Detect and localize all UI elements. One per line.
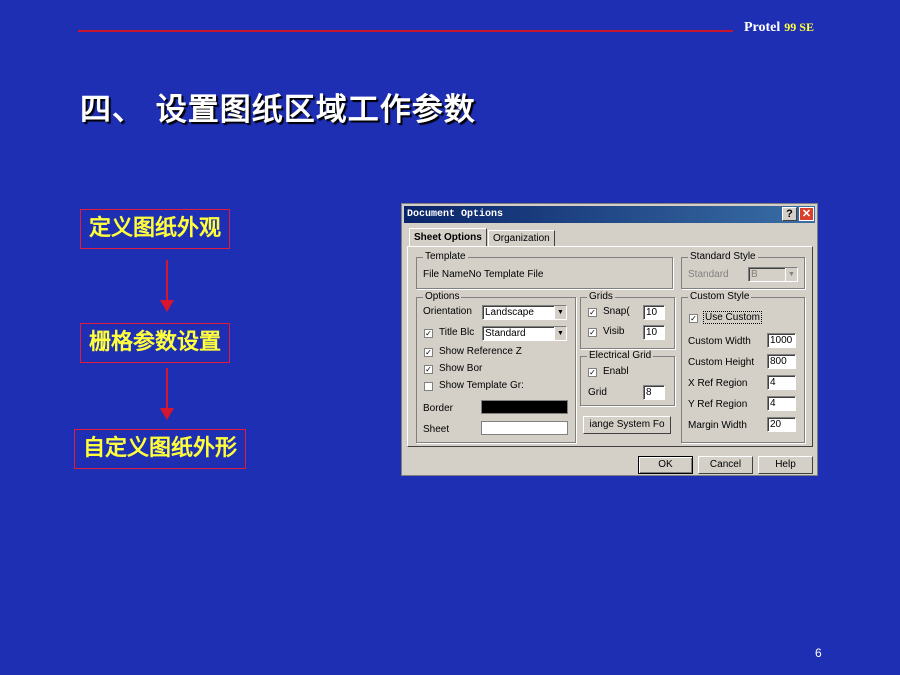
- show-template-checkbox[interactable]: [424, 382, 433, 391]
- flow-step-custom-shape: 自定义图纸外形: [74, 429, 247, 469]
- template-group-label: Template: [423, 251, 468, 262]
- y-ref-region-input[interactable]: 4: [767, 396, 796, 411]
- flow-arrow-2: [160, 368, 174, 420]
- brand-label: Protel 99 SE: [744, 20, 814, 36]
- snap-grid-label: Snap(: [603, 306, 630, 317]
- margin-width-input[interactable]: 20: [767, 417, 796, 432]
- sheet-color-swatch[interactable]: [481, 421, 568, 435]
- show-border-label: Show Bor: [439, 363, 483, 374]
- title-block-checkbox[interactable]: ✓: [424, 329, 433, 338]
- grids-group-label: Grids: [587, 291, 615, 302]
- chevron-down-icon[interactable]: ▼: [785, 268, 797, 281]
- orientation-value: Landscape: [485, 307, 534, 318]
- y-ref-region-label: Y Ref Region: [688, 399, 748, 410]
- grids-group: Grids ✓ Snap( 10 ✓ Visib 10: [580, 291, 675, 349]
- flow-step-grid: 栅格参数设置: [80, 323, 231, 363]
- dialog-title-bar[interactable]: Document Options ? ✕: [404, 206, 815, 223]
- flow-arrow-1: [160, 260, 174, 312]
- brand-version: 99 SE: [784, 20, 814, 34]
- title-block-value: Standard: [485, 328, 526, 339]
- tab-sheet-options[interactable]: Sheet Options: [409, 228, 487, 247]
- border-color-label: Border: [423, 403, 454, 414]
- template-group: Template File NameNo Template File: [416, 251, 673, 289]
- visible-grid-input[interactable]: 10: [643, 325, 665, 340]
- close-icon[interactable]: ✕: [799, 207, 814, 221]
- ok-button[interactable]: OK: [638, 456, 693, 474]
- electrical-grid-enable-checkbox[interactable]: ✓: [588, 368, 597, 377]
- custom-width-input[interactable]: 1000: [767, 333, 796, 348]
- x-ref-region-input[interactable]: 4: [767, 375, 796, 390]
- brand-name: Protel: [744, 20, 781, 35]
- border-color-swatch[interactable]: [481, 400, 568, 414]
- visible-grid-checkbox[interactable]: ✓: [588, 328, 597, 337]
- orientation-select[interactable]: Landscape ▼: [482, 305, 567, 320]
- cancel-button[interactable]: Cancel: [698, 456, 753, 474]
- sheet-color-label: Sheet: [423, 424, 450, 435]
- margin-width-label: Margin Width: [688, 420, 747, 431]
- orientation-label: Orientation: [423, 306, 472, 317]
- tab-organization[interactable]: Organization: [488, 230, 555, 247]
- show-reference-label: Show Reference Z: [439, 346, 522, 357]
- standard-style-group: Standard Style Standard B ▼: [681, 251, 805, 289]
- file-name-label: File Name: [423, 269, 469, 280]
- custom-height-label: Custom Height: [688, 357, 755, 368]
- chevron-down-icon[interactable]: ▼: [554, 306, 566, 319]
- custom-height-input[interactable]: 800: [767, 354, 796, 369]
- electrical-grid-size-label: Grid: [588, 387, 607, 398]
- options-group: Options Orientation Landscape ▼ ✓ Title …: [416, 291, 576, 443]
- custom-style-label: Custom Style: [688, 291, 752, 302]
- options-group-label: Options: [423, 291, 462, 302]
- help-button[interactable]: Help: [758, 456, 813, 474]
- standard-label: Standard: [688, 269, 729, 280]
- page-number: 6: [815, 646, 822, 660]
- snap-grid-checkbox[interactable]: ✓: [588, 308, 597, 317]
- visible-grid-label: Visib: [603, 326, 625, 337]
- custom-style-group: Custom Style ✓ Use Custom Custom Width 1…: [681, 291, 805, 443]
- standard-style-label: Standard Style: [688, 251, 758, 262]
- template-file-label: File NameNo Template File: [423, 269, 543, 280]
- header-divider: [78, 30, 733, 32]
- use-custom-checkbox[interactable]: ✓: [689, 314, 698, 323]
- show-reference-checkbox[interactable]: ✓: [424, 348, 433, 357]
- help-icon[interactable]: ?: [782, 207, 797, 221]
- show-template-label: Show Template Gr:: [439, 380, 524, 391]
- x-ref-region-label: X Ref Region: [688, 378, 748, 389]
- flow-step-appearance: 定义图纸外观: [80, 209, 231, 249]
- chevron-down-icon[interactable]: ▼: [554, 327, 566, 340]
- sheet-options-panel: Template File NameNo Template File Stand…: [407, 246, 813, 447]
- standard-style-value: B: [751, 269, 758, 280]
- custom-width-label: Custom Width: [688, 336, 751, 347]
- show-border-checkbox[interactable]: ✓: [424, 365, 433, 374]
- electrical-grid-label: Electrical Grid: [587, 350, 654, 361]
- document-options-dialog: Document Options ? ✕ Sheet Options Organ…: [401, 203, 818, 476]
- file-name-value: No Template File: [468, 269, 544, 280]
- title-block-label: Title Blc: [439, 327, 475, 338]
- dialog-title: Document Options: [407, 209, 504, 220]
- electrical-grid-input[interactable]: 8: [643, 385, 665, 400]
- change-system-font-button[interactable]: iange System Fo: [583, 416, 671, 434]
- use-custom-label: Use Custom: [703, 311, 763, 324]
- slide-title: 四、 设置图纸区域工作参数: [80, 92, 476, 128]
- electrical-grid-enable-label: Enabl: [603, 366, 629, 377]
- title-block-select[interactable]: Standard ▼: [482, 326, 567, 341]
- standard-style-select[interactable]: B ▼: [748, 267, 798, 282]
- electrical-grid-group: Electrical Grid ✓ Enabl Grid 8: [580, 350, 675, 406]
- snap-grid-input[interactable]: 10: [643, 305, 665, 320]
